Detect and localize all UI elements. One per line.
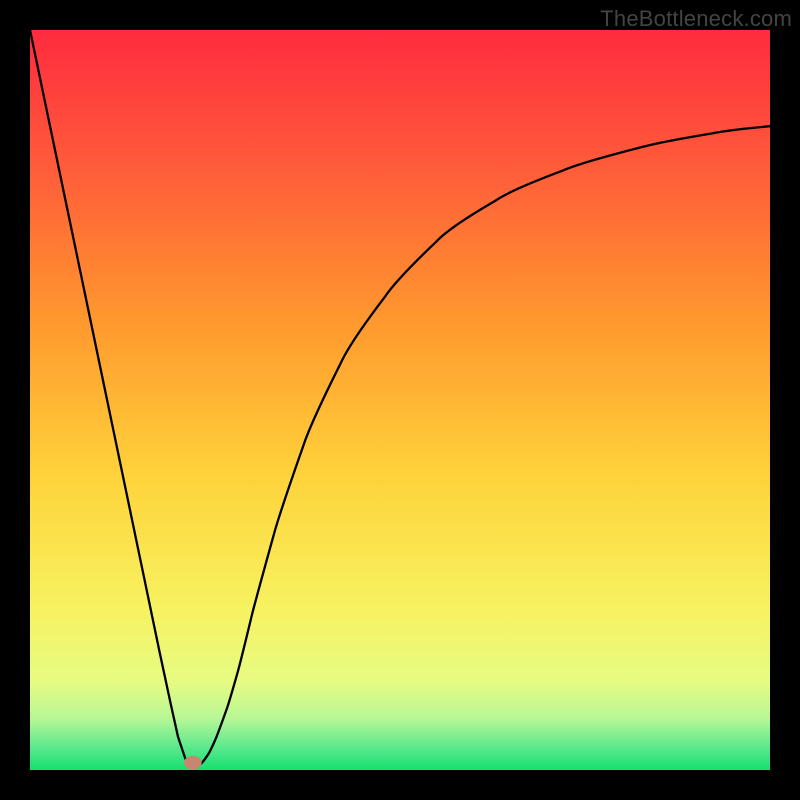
chart-background [30, 30, 770, 770]
chart-frame [30, 30, 770, 770]
bottleneck-chart [30, 30, 770, 770]
optimal-marker [184, 756, 202, 769]
watermark-text: TheBottleneck.com [600, 6, 792, 32]
